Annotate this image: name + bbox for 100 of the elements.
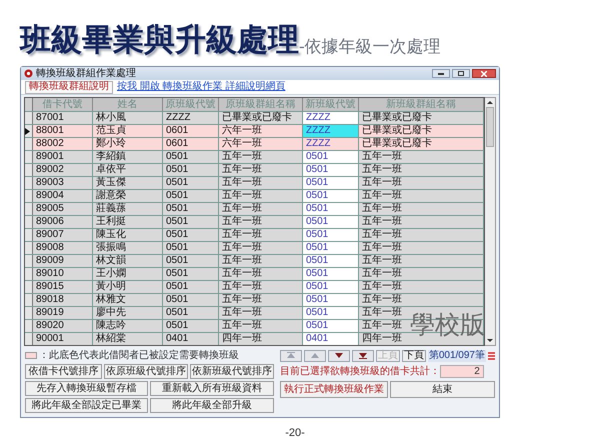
- slide-subtitle: -依據年級一次處理: [299, 39, 441, 56]
- table-cell: 五年一班: [219, 216, 303, 228]
- table-cell: 87001: [33, 112, 93, 124]
- table-cell: 五年一班: [359, 151, 484, 163]
- table-cell: 0501: [303, 177, 359, 189]
- table-cell: 0501: [303, 255, 359, 267]
- table-cell: 0501: [163, 164, 219, 176]
- row-selector[interactable]: [25, 125, 33, 137]
- table-cell: 90001: [33, 333, 93, 345]
- table-cell: 89018: [33, 294, 93, 306]
- table-cell: 89009: [33, 255, 93, 267]
- minimize-button[interactable]: [432, 69, 450, 78]
- table-cell: 謝意榮: [93, 190, 163, 202]
- table-cell: 已畢業或已廢卡: [219, 112, 303, 124]
- table-cell: 五年一班: [219, 294, 303, 306]
- table-cell: 89003: [33, 177, 93, 189]
- action-button[interactable]: 依新班級代號排序: [190, 364, 274, 379]
- action-button[interactable]: 結束: [390, 381, 495, 398]
- maximize-icon: [458, 71, 464, 76]
- up-triangle-icon: [286, 352, 296, 359]
- table-cell: 0501: [163, 190, 219, 202]
- action-button[interactable]: 重新載入所有班級資料: [150, 381, 274, 396]
- table-cell: 五年一班: [219, 151, 303, 163]
- action-button[interactable]: 執行正式轉換班級作業: [280, 381, 388, 398]
- selected-count-field[interactable]: 2: [440, 365, 484, 378]
- table-cell: 張振鳴: [93, 242, 163, 254]
- table-cell: 五年一班: [359, 294, 484, 306]
- table-cell: 88002: [33, 138, 93, 150]
- help-link[interactable]: 按我 開啟 轉換班級作業 詳細說明網頁: [117, 82, 286, 92]
- table-cell: 0501: [163, 320, 219, 332]
- action-button[interactable]: 先存入轉換班級暫存檔: [25, 381, 148, 396]
- table-cell: 林雅文: [93, 294, 163, 306]
- minimize-icon: [438, 72, 444, 74]
- table-cell: 0501: [303, 307, 359, 319]
- selected-count-label: 目前已選擇欲轉換班級的借卡共計：: [280, 366, 440, 376]
- maximize-button[interactable]: [452, 69, 470, 78]
- down-triangle-icon: [358, 352, 368, 359]
- table-cell: 89001: [33, 151, 93, 163]
- table-cell: 五年一班: [359, 177, 484, 189]
- table-cell: 0501: [163, 203, 219, 215]
- record-counter: 第001/097筆: [428, 350, 486, 362]
- page-button[interactable]: 下頁: [402, 350, 426, 362]
- action-button[interactable]: 依借卡代號排序: [25, 364, 102, 379]
- table-cell: 89020: [33, 320, 93, 332]
- table-cell: 88001: [33, 125, 93, 137]
- scroll-thumb[interactable]: [486, 107, 494, 147]
- table-cell: 五年一班: [359, 164, 484, 176]
- table-cell: 0501: [163, 177, 219, 189]
- table-cell: 89006: [33, 216, 93, 228]
- table-cell: 六年一班: [219, 138, 303, 150]
- table-cell: 89019: [33, 307, 93, 319]
- table-cell: 六年一班: [219, 125, 303, 137]
- table-cell: ZZZZ: [303, 138, 359, 150]
- table-cell: 五年一班: [219, 190, 303, 202]
- table-cell: 五年一班: [359, 229, 484, 241]
- table-cell: 五年一班: [219, 242, 303, 254]
- close-icon: [481, 70, 487, 76]
- table-cell: 0501: [303, 242, 359, 254]
- table-cell: 黃小明: [93, 281, 163, 293]
- help-tab[interactable]: 轉換班級群組說明: [25, 80, 113, 94]
- table-cell: 五年一班: [219, 177, 303, 189]
- table-cell: 莊義蓀: [93, 203, 163, 215]
- table-cell: 黃玉傑: [93, 177, 163, 189]
- table-cell: 0401: [303, 333, 359, 345]
- table-cell: 五年一班: [219, 203, 303, 215]
- lines-icon: [488, 352, 495, 360]
- action-button[interactable]: 依原班級代號排序: [104, 364, 188, 379]
- table-cell: 五年一班: [359, 190, 484, 202]
- table-cell: 五年一班: [219, 320, 303, 332]
- legend-swatch-icon: [25, 352, 37, 359]
- table-cell: 五年一班: [219, 229, 303, 241]
- down-triangle-icon: [334, 352, 344, 359]
- slide-title: 班級畢業與升級處理: [20, 25, 299, 56]
- table-cell: ZZZZ: [163, 112, 219, 124]
- table-cell: 0501: [303, 216, 359, 228]
- table-cell: 范玉貞: [93, 125, 163, 137]
- table-cell: 五年一班: [359, 255, 484, 267]
- table-cell: 五年一班: [219, 255, 303, 267]
- table-cell: ZZZZ: [303, 125, 359, 137]
- table-cell: 89004: [33, 190, 93, 202]
- table-cell: 卓依平: [93, 164, 163, 176]
- action-button[interactable]: 將此年級全部升級: [150, 398, 274, 413]
- table-cell: 已畢業或已廢卡: [359, 125, 484, 137]
- close-button[interactable]: [472, 69, 496, 78]
- table-cell: 0501: [163, 229, 219, 241]
- table-cell: 89007: [33, 229, 93, 241]
- table-cell: 0501: [163, 242, 219, 254]
- nav-arrow-button[interactable]: [352, 350, 374, 362]
- table-cell: 89005: [33, 203, 93, 215]
- table-cell: 0501: [163, 216, 219, 228]
- table-cell: 89015: [33, 281, 93, 293]
- nav-arrow-button[interactable]: [328, 350, 350, 362]
- action-button[interactable]: 將此年級全部設定已畢業: [25, 398, 148, 413]
- table-cell: ZZZZ: [303, 112, 359, 124]
- table-cell: 五年一班: [359, 268, 484, 280]
- app-icon: [24, 69, 33, 78]
- table-cell: 五年一班: [359, 203, 484, 215]
- table-cell: 五年一班: [219, 307, 303, 319]
- table-cell: 0601: [163, 125, 219, 137]
- table-cell: 五年一班: [359, 242, 484, 254]
